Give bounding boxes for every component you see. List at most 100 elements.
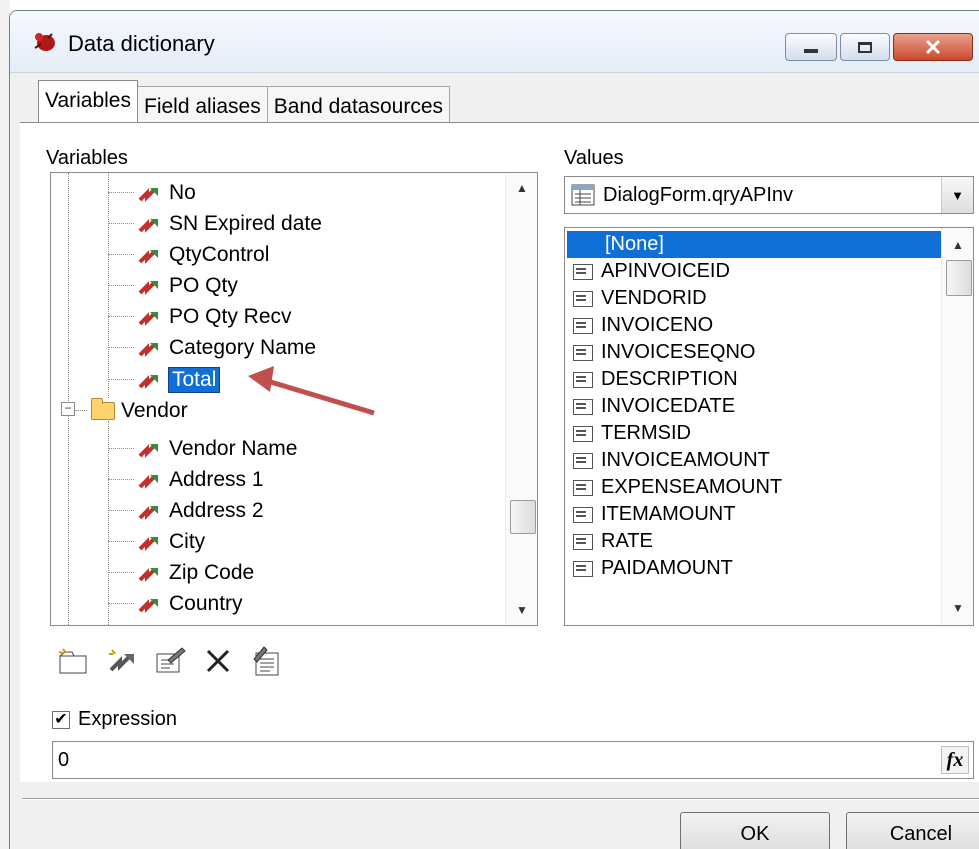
dataset-icon xyxy=(571,184,595,206)
tree-item-label: Country xyxy=(169,591,243,615)
variables-toolbar xyxy=(56,643,284,679)
scroll-up-arrow[interactable]: ▲ xyxy=(506,177,537,199)
variables-label: Variables xyxy=(46,147,128,169)
variable-icon xyxy=(138,218,158,233)
scroll-down-arrow[interactable]: ▼ xyxy=(942,597,973,619)
delete-button[interactable] xyxy=(200,643,236,679)
list-item[interactable]: PAIDAMOUNT xyxy=(565,555,733,582)
scroll-thumb[interactable] xyxy=(946,260,972,296)
checkmark-icon: ✔ xyxy=(52,710,70,729)
list-item[interactable]: DESCRIPTION xyxy=(565,366,738,393)
cancel-button[interactable]: Cancel xyxy=(846,812,979,849)
tree-item-label: Category Name xyxy=(169,335,317,359)
edit-button[interactable] xyxy=(152,643,188,679)
tree-item[interactable]: PO Qty xyxy=(108,270,238,301)
edit-icon xyxy=(156,647,186,673)
list-item[interactable]: INVOICESEQNO xyxy=(565,339,755,366)
tree-item[interactable]: No xyxy=(108,177,196,208)
list-item-label: DESCRIPTION xyxy=(601,368,738,390)
new-category-icon xyxy=(58,648,87,674)
field-icon xyxy=(573,533,593,550)
tree-item[interactable]: QtyControl xyxy=(108,239,269,270)
new-category-button[interactable] xyxy=(56,643,92,679)
variable-icon xyxy=(138,249,158,264)
expression-checkbox[interactable]: ✔ Expression xyxy=(52,708,177,731)
tree-item-label: Vendor Name xyxy=(169,436,298,460)
tree-item-label: City xyxy=(169,529,206,553)
list-item[interactable]: INVOICENO xyxy=(565,312,713,339)
rename-input[interactable]: Total xyxy=(167,366,221,393)
tree-item[interactable]: Zip Code xyxy=(108,557,254,588)
list-item[interactable]: APINVOICEID xyxy=(565,258,730,285)
divider xyxy=(22,798,979,800)
field-icon xyxy=(573,371,593,388)
fx-button[interactable]: fx xyxy=(941,746,969,774)
tree-item[interactable]: Address 1 xyxy=(108,464,264,495)
list-item-label: TERMSID xyxy=(601,422,691,444)
title-bar: Data dictionary xyxy=(10,11,979,73)
values-label: Values xyxy=(564,147,624,169)
close-button[interactable] xyxy=(893,33,973,61)
tree-item-label: Address 1 xyxy=(169,467,264,491)
list-item-label: INVOICESEQNO xyxy=(601,341,756,363)
variable-icon xyxy=(138,474,158,489)
collapse-toggle[interactable]: − xyxy=(61,402,75,416)
datasource-value: DialogForm.qryAPInv xyxy=(603,184,794,206)
fields-list[interactable]: [None] APINVOICEID VENDORID INVOICENO IN… xyxy=(564,227,974,626)
datasource-dropdown[interactable]: DialogForm.qryAPInv ▼ xyxy=(564,176,974,214)
tab-strip: Variables Field aliases Band datasources xyxy=(38,80,451,122)
expression-input[interactable]: 0 fx xyxy=(52,741,974,779)
list-item[interactable]: TERMSID xyxy=(565,420,691,447)
list-item-label: EXPENSEAMOUNT xyxy=(601,476,783,498)
tab-variables[interactable]: Variables xyxy=(38,80,138,122)
variable-icon xyxy=(138,280,158,295)
variable-icon xyxy=(138,443,158,458)
field-icon xyxy=(573,344,593,361)
ok-button[interactable]: OK xyxy=(680,812,830,849)
tab-field-aliases[interactable]: Field aliases xyxy=(137,86,268,122)
variable-icon xyxy=(138,187,158,202)
fields-scrollbar[interactable]: ▲ ▼ xyxy=(941,228,973,625)
variable-icon xyxy=(138,505,158,520)
list-item-label: VENDORID xyxy=(601,287,707,309)
tree-item-label: Zip Code xyxy=(169,560,255,584)
tree-item[interactable]: PO Qty Recv xyxy=(108,301,292,332)
list-item-label: RATE xyxy=(601,530,653,552)
tree-item[interactable]: Country xyxy=(108,588,243,619)
list-item-label: INVOICENO xyxy=(601,314,714,336)
tree-item[interactable]: City xyxy=(108,526,205,557)
field-icon xyxy=(573,479,593,496)
minimize-button[interactable] xyxy=(785,33,837,61)
tab-band-datasources[interactable]: Band datasources xyxy=(266,86,451,122)
list-item[interactable]: VENDORID xyxy=(565,285,707,312)
field-icon xyxy=(573,560,593,577)
tree-item-label: PO Qty xyxy=(169,273,238,297)
tree-item[interactable]: SN Expired date xyxy=(108,208,322,239)
tree-folder[interactable]: Vendor xyxy=(75,395,188,426)
list-item-selected[interactable]: [None] xyxy=(567,231,941,258)
scroll-thumb[interactable] xyxy=(510,500,536,534)
tree-item[interactable]: Vendor Name xyxy=(108,433,297,464)
list-item[interactable]: ITEMAMOUNT xyxy=(565,501,735,528)
list-item[interactable]: INVOICEDATE xyxy=(565,393,735,420)
list-item-label: APINVOICEID xyxy=(601,260,730,282)
list-item[interactable]: INVOICEAMOUNT xyxy=(565,447,770,474)
list-item-label: INVOICEAMOUNT xyxy=(601,449,770,471)
tree-item-label: No xyxy=(169,180,196,204)
list-item[interactable]: RATE xyxy=(565,528,653,555)
list-item-label: ITEMAMOUNT xyxy=(601,503,736,525)
window-title: Data dictionary xyxy=(68,31,215,56)
tree-item-editing[interactable]: Total xyxy=(108,364,221,395)
maximize-button[interactable] xyxy=(840,33,890,61)
list-item[interactable]: EXPENSEAMOUNT xyxy=(565,474,782,501)
expression-label: Expression xyxy=(78,708,177,730)
tree-item[interactable]: Address 2 xyxy=(108,495,264,526)
scroll-up-arrow[interactable]: ▲ xyxy=(942,234,973,256)
scroll-down-arrow[interactable]: ▼ xyxy=(506,599,537,621)
close-icon xyxy=(925,39,941,55)
edit-list-button[interactable] xyxy=(248,643,284,679)
new-variable-button[interactable] xyxy=(104,643,140,679)
variables-scrollbar[interactable]: ▲ ▼ xyxy=(505,173,537,625)
new-variable-icon xyxy=(109,649,134,672)
chevron-down-icon[interactable]: ▼ xyxy=(941,177,973,213)
